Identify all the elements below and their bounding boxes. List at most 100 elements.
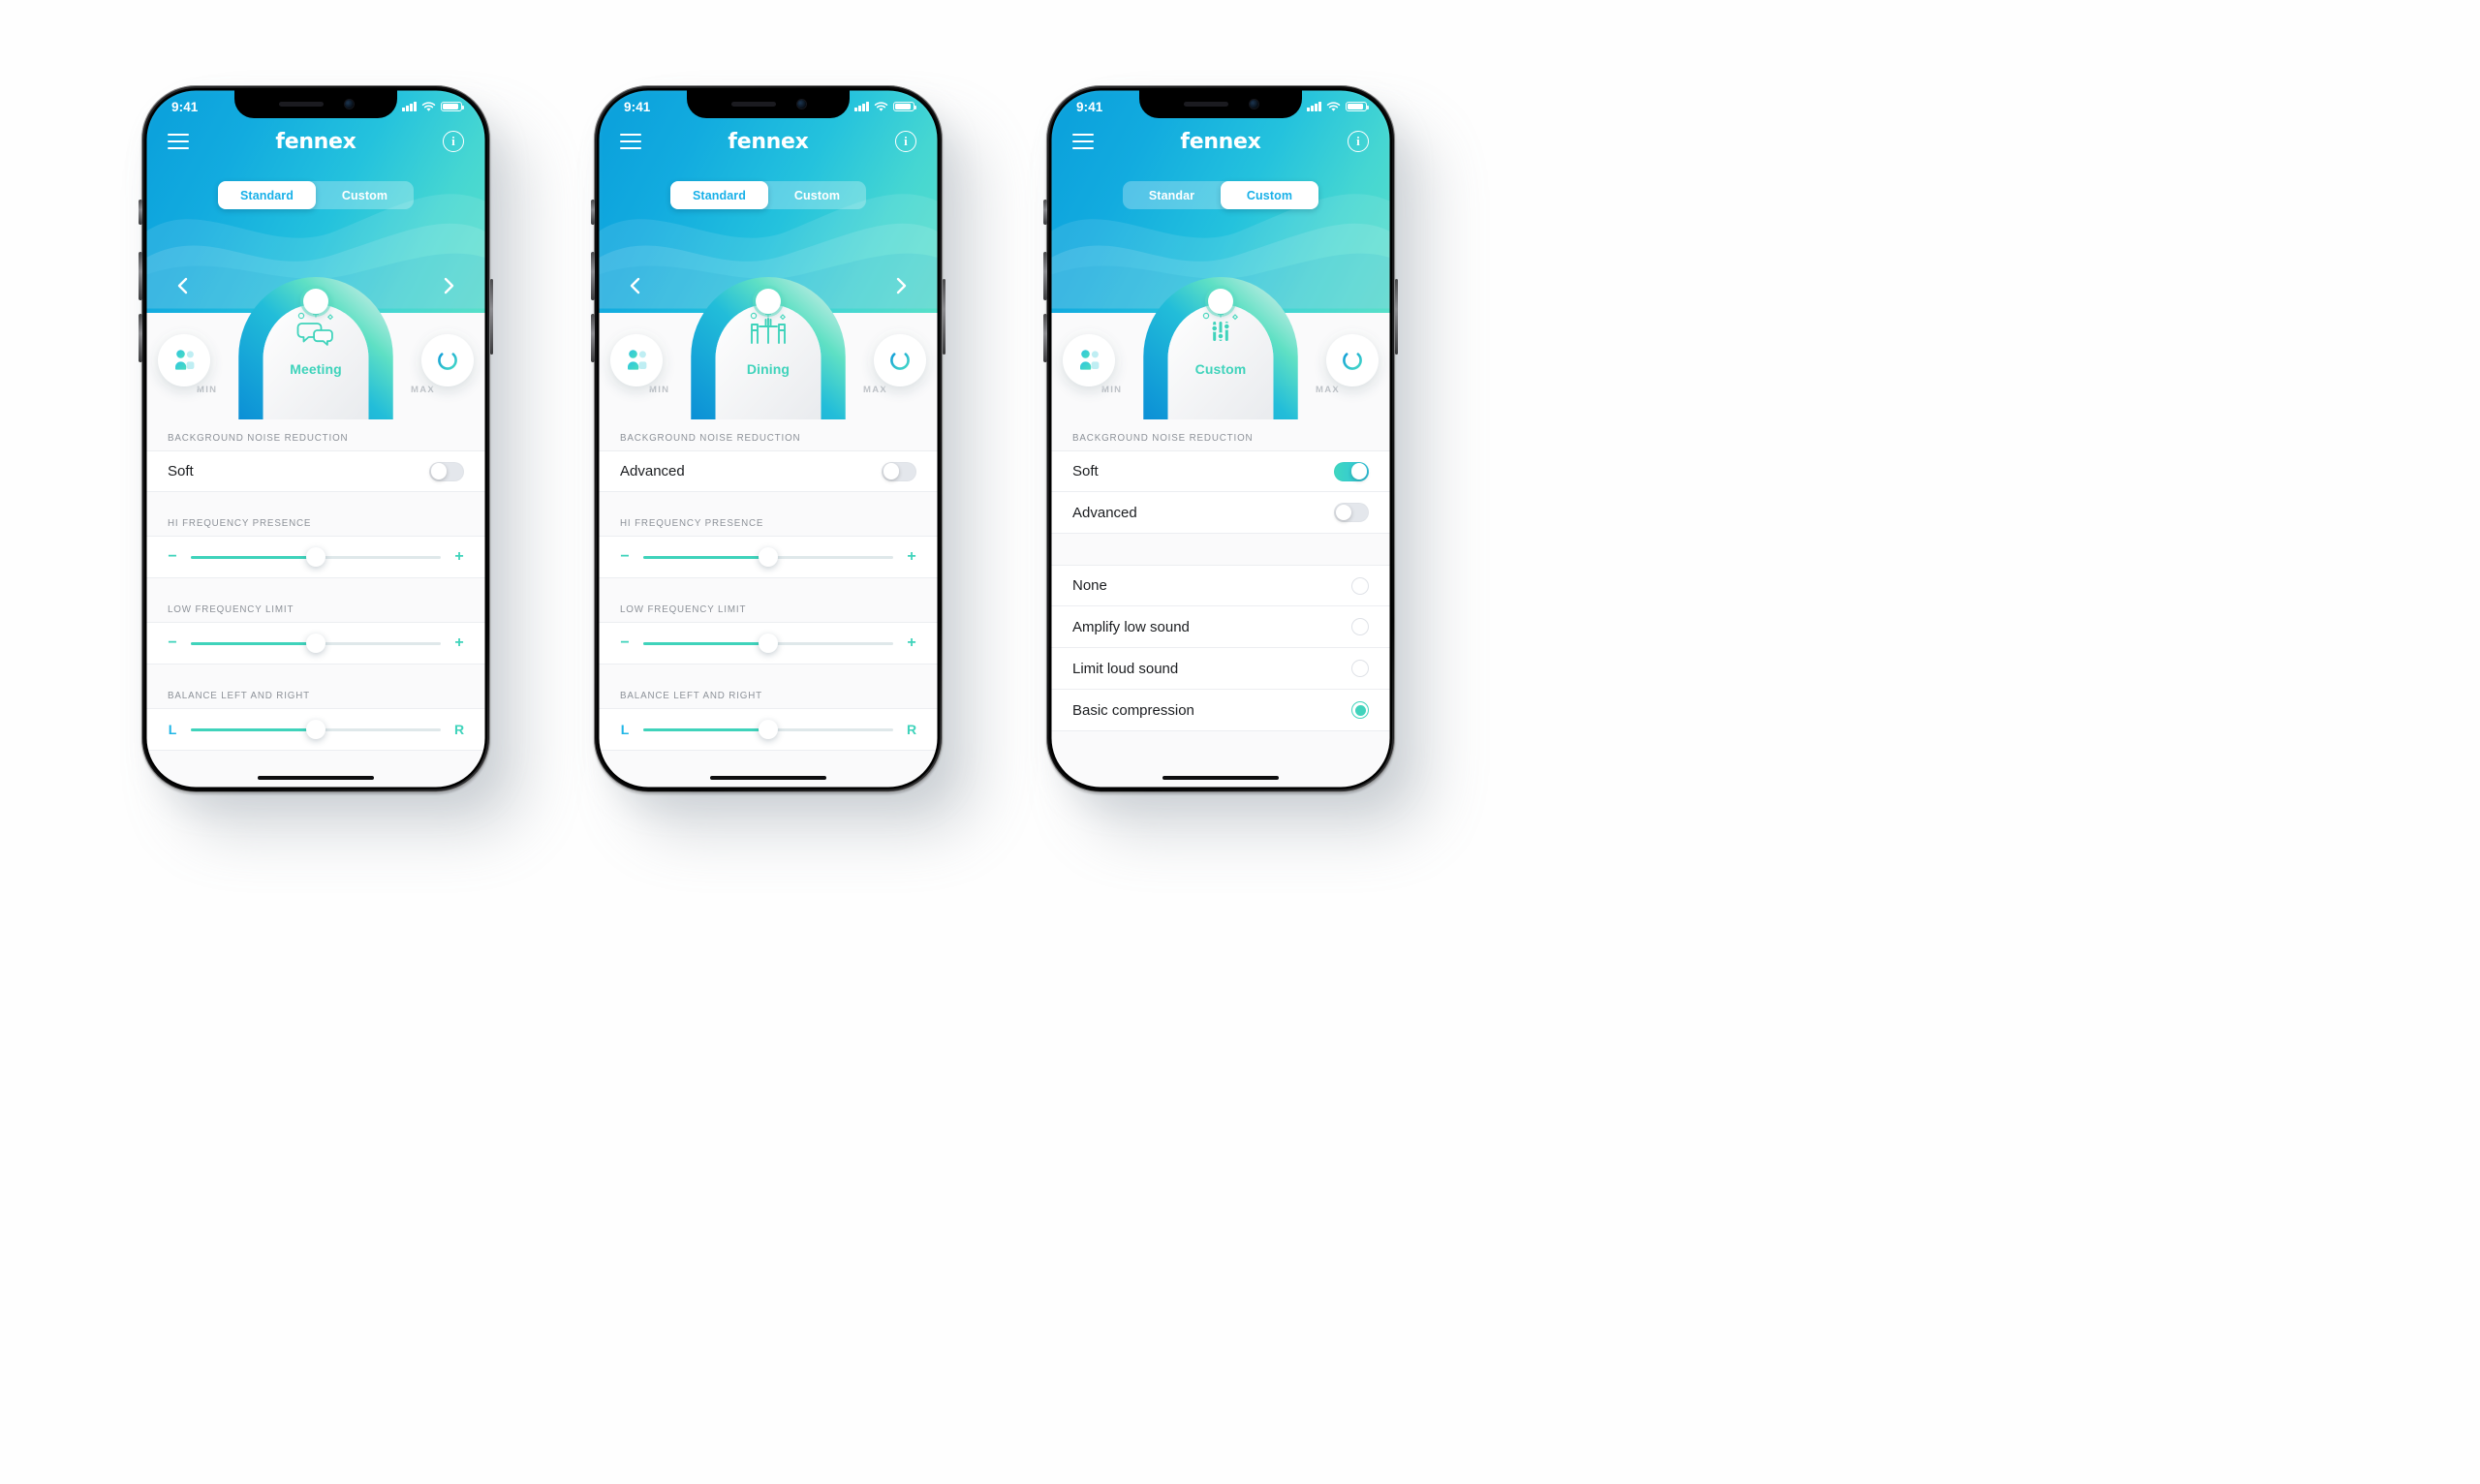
tab-custom[interactable]: Custom [768, 181, 866, 209]
slider-hi-frequency-presence[interactable]: − + [146, 536, 485, 578]
scene-dial: Meeting MIN MAX [146, 277, 485, 419]
row-option-none[interactable]: None [1051, 565, 1390, 606]
scene-icon-equalizer-sliders [1198, 310, 1243, 354]
nav-bar: fennex i [146, 119, 485, 164]
dial-thumb[interactable] [303, 289, 328, 314]
tab-custom[interactable]: Custom [1221, 181, 1318, 209]
next-scene-button[interactable] [437, 274, 460, 297]
row-label: Soft [168, 463, 194, 479]
profiles-button[interactable] [610, 334, 663, 386]
earpiece-speaker [730, 102, 776, 107]
next-scene-button[interactable] [889, 274, 913, 297]
tab-standard[interactable]: Standard [670, 181, 768, 209]
status-indicators [402, 101, 465, 112]
wifi-icon [421, 101, 436, 111]
home-indicator[interactable] [710, 775, 826, 780]
profiles-button[interactable] [158, 334, 210, 386]
section-header-hi-freq: HI FREQUENCY PRESENCE [146, 505, 485, 536]
volume-down-button[interactable] [591, 314, 595, 362]
hamburger-menu-icon[interactable] [620, 133, 641, 150]
profiles-button[interactable] [1063, 334, 1115, 386]
status-time: 9:41 [171, 99, 199, 114]
tab-standard[interactable]: Standar [1123, 181, 1221, 209]
slider-track[interactable] [643, 720, 893, 739]
row-option-limit-loud-sound[interactable]: Limit loud sound [1051, 648, 1390, 690]
notch [1139, 90, 1302, 118]
power-side-button[interactable] [1394, 279, 1398, 355]
power-button[interactable] [421, 334, 474, 386]
slider-track[interactable] [191, 634, 441, 653]
signal-bars-icon [854, 102, 869, 111]
option-radio-none[interactable] [1351, 576, 1369, 595]
row-label: None [1072, 577, 1107, 594]
slider-track[interactable] [191, 720, 441, 739]
row-noise-reduction[interactable]: Advanced [599, 450, 938, 492]
plus-icon[interactable]: + [452, 635, 466, 651]
mute-switch[interactable] [1043, 200, 1047, 225]
hamburger-menu-icon[interactable] [1072, 133, 1094, 150]
section-header-balance: BALANCE LEFT AND RIGHT [146, 677, 485, 708]
option-radio-limit-loud-sound[interactable] [1351, 660, 1369, 677]
row-toggle-advanced[interactable]: Advanced [1051, 492, 1390, 534]
section-header-balance: BALANCE LEFT AND RIGHT [599, 677, 938, 708]
volume-up-button[interactable] [139, 252, 142, 300]
volume-up-button[interactable] [1043, 252, 1047, 300]
slider-track[interactable] [191, 547, 441, 567]
row-option-amplify-low-sound[interactable]: Amplify low sound [1051, 606, 1390, 648]
minus-icon[interactable]: − [166, 549, 179, 565]
power-button[interactable] [874, 334, 926, 386]
row-label: Limit loud sound [1072, 660, 1179, 677]
mute-switch[interactable] [139, 200, 142, 225]
info-icon[interactable]: i [894, 131, 916, 152]
previous-scene-button[interactable] [624, 274, 647, 297]
slider-low-frequency-limit[interactable]: − + [599, 622, 938, 665]
dial-min-label: MIN [1101, 385, 1123, 395]
hamburger-menu-icon[interactable] [168, 133, 189, 150]
minus-icon[interactable]: − [166, 635, 179, 651]
option-radio-amplify-low-sound[interactable] [1351, 618, 1369, 635]
tab-standard[interactable]: Standard [218, 181, 316, 209]
slider-low-frequency-limit[interactable]: − + [146, 622, 485, 665]
power-side-button[interactable] [489, 279, 493, 355]
info-icon[interactable]: i [442, 131, 464, 152]
plus-icon[interactable]: + [905, 635, 918, 651]
slider-track[interactable] [643, 547, 893, 567]
home-indicator[interactable] [1162, 775, 1279, 780]
volume-down-button[interactable] [1043, 314, 1047, 362]
earpiece-speaker [278, 102, 324, 107]
section-header-bnr: BACKGROUND NOISE REDUCTION [599, 419, 938, 450]
noise-reduction-toggle[interactable] [882, 461, 916, 481]
soft-toggle[interactable] [1334, 461, 1369, 481]
mute-switch[interactable] [591, 200, 595, 225]
spacer [1051, 534, 1390, 565]
settings-sheet: BACKGROUND NOISE REDUCTION Advanced HI F… [599, 419, 938, 788]
row-toggle-soft[interactable]: Soft [1051, 450, 1390, 492]
plus-icon[interactable]: + [452, 549, 466, 565]
home-indicator[interactable] [258, 775, 374, 780]
row-option-basic-compression[interactable]: Basic compression [1051, 690, 1390, 731]
info-icon[interactable]: i [1347, 131, 1369, 152]
tab-custom[interactable]: Custom [316, 181, 414, 209]
settings-sheet: BACKGROUND NOISE REDUCTION Soft HI FREQU… [146, 419, 485, 788]
slider-balance-left-right[interactable]: L R [599, 708, 938, 751]
row-noise-reduction[interactable]: Soft [146, 450, 485, 492]
power-button[interactable] [1326, 334, 1379, 386]
slider-track[interactable] [643, 634, 893, 653]
minus-icon[interactable]: − [618, 635, 632, 651]
dial-thumb[interactable] [756, 289, 781, 314]
app-brand-title: fennex [728, 129, 809, 154]
volume-up-button[interactable] [591, 252, 595, 300]
noise-reduction-toggle[interactable] [429, 461, 464, 481]
option-radio-basic-compression[interactable] [1351, 701, 1369, 719]
power-side-button[interactable] [942, 279, 946, 355]
plus-icon[interactable]: + [905, 549, 918, 565]
dial-thumb[interactable] [1208, 289, 1233, 314]
spacer [599, 665, 938, 677]
section-header-low-freq: LOW FREQUENCY LIMIT [146, 591, 485, 622]
previous-scene-button[interactable] [171, 274, 195, 297]
slider-hi-frequency-presence[interactable]: − + [599, 536, 938, 578]
slider-balance-left-right[interactable]: L R [146, 708, 485, 751]
advanced-toggle[interactable] [1334, 503, 1369, 522]
volume-down-button[interactable] [139, 314, 142, 362]
minus-icon[interactable]: − [618, 549, 632, 565]
